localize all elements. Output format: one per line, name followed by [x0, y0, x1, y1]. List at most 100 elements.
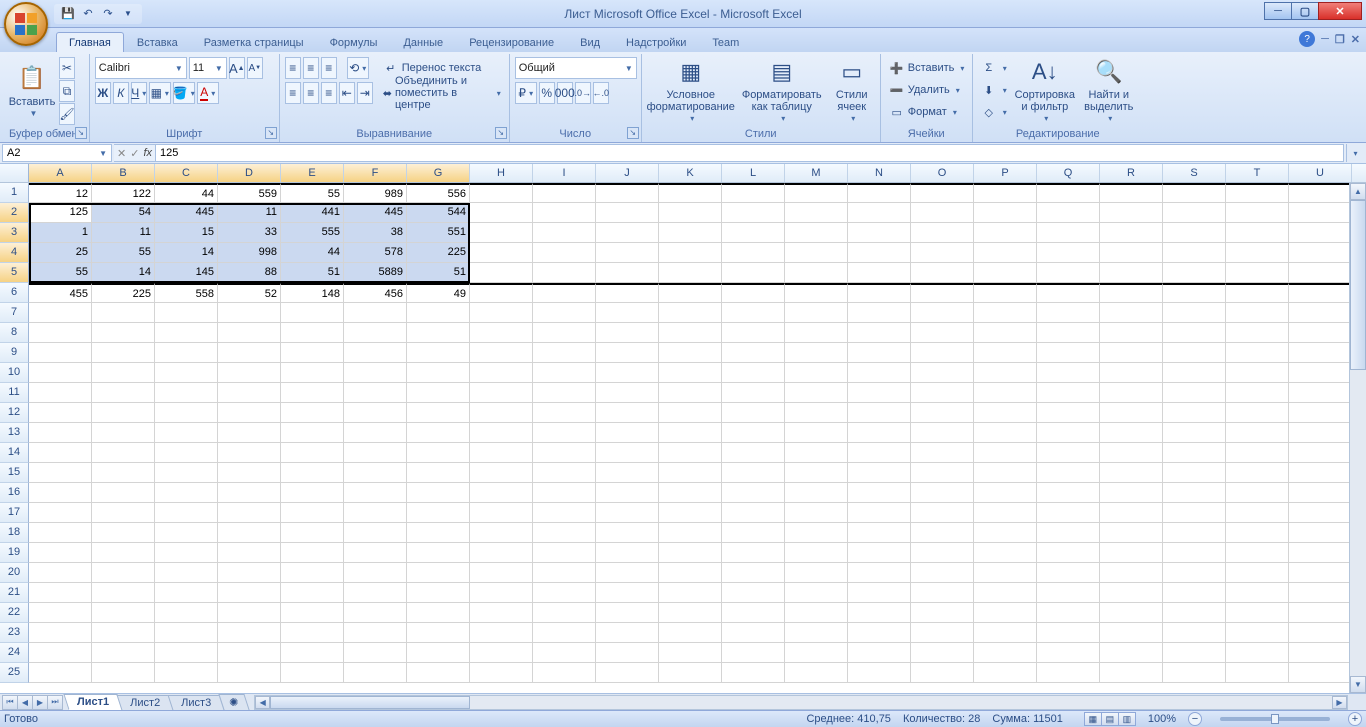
cell[interactable] [29, 363, 92, 383]
col-header-F[interactable]: F [344, 164, 407, 182]
cell[interactable] [848, 363, 911, 383]
zoom-knob[interactable] [1271, 714, 1279, 724]
row-header[interactable]: 18 [0, 523, 29, 543]
cell[interactable] [29, 463, 92, 483]
cell[interactable] [1037, 423, 1100, 443]
cell[interactable] [1100, 663, 1163, 683]
cell[interactable]: 225 [92, 283, 155, 303]
cell[interactable] [155, 543, 218, 563]
tab-review[interactable]: Рецензирование [456, 32, 567, 52]
row-header[interactable]: 10 [0, 363, 29, 383]
cell[interactable] [218, 303, 281, 323]
cell[interactable] [155, 363, 218, 383]
cell[interactable] [533, 223, 596, 243]
cell[interactable] [155, 383, 218, 403]
cell[interactable]: 25 [29, 243, 92, 263]
cell[interactable] [533, 203, 596, 223]
cell[interactable] [407, 523, 470, 543]
cell[interactable] [218, 323, 281, 343]
tab-team[interactable]: Team [699, 32, 752, 52]
row-header[interactable]: 2 [0, 203, 29, 223]
number-format-combo[interactable]: Общий▼ [515, 57, 637, 79]
cell[interactable] [1037, 643, 1100, 663]
cell[interactable] [911, 583, 974, 603]
cell[interactable] [29, 443, 92, 463]
cell[interactable] [533, 443, 596, 463]
cell[interactable] [1163, 263, 1226, 283]
cell[interactable] [785, 463, 848, 483]
cell[interactable] [29, 643, 92, 663]
cell[interactable] [281, 603, 344, 623]
row-header[interactable]: 24 [0, 643, 29, 663]
cell[interactable] [1163, 343, 1226, 363]
zoom-in-button[interactable]: + [1348, 712, 1362, 726]
cell[interactable]: 11 [92, 223, 155, 243]
cell[interactable] [1037, 383, 1100, 403]
cell[interactable] [29, 303, 92, 323]
cell[interactable] [848, 283, 911, 303]
cell[interactable] [218, 603, 281, 623]
cell[interactable] [470, 363, 533, 383]
font-dialog-launcher[interactable]: ↘ [265, 127, 277, 139]
cell[interactable] [722, 643, 785, 663]
cell[interactable] [92, 463, 155, 483]
row-header[interactable]: 16 [0, 483, 29, 503]
cell[interactable] [848, 263, 911, 283]
sheet-nav-first[interactable]: ⏮ [2, 695, 18, 710]
row-header[interactable]: 6 [0, 283, 29, 303]
cell[interactable] [722, 523, 785, 543]
col-header-I[interactable]: I [533, 164, 596, 182]
cell[interactable]: 122 [92, 183, 155, 203]
cell[interactable] [911, 483, 974, 503]
italic-button[interactable]: К [113, 82, 129, 104]
cell[interactable]: 5889 [344, 263, 407, 283]
sheet-tab-2[interactable]: Лист2 [117, 695, 174, 710]
cell[interactable]: 52 [218, 283, 281, 303]
col-header-Q[interactable]: Q [1037, 164, 1100, 182]
cell[interactable] [1100, 303, 1163, 323]
cell[interactable] [974, 363, 1037, 383]
cell[interactable] [659, 383, 722, 403]
cell[interactable] [1037, 283, 1100, 303]
cell[interactable] [596, 223, 659, 243]
cell[interactable] [911, 663, 974, 683]
cell[interactable] [344, 403, 407, 423]
cell[interactable] [92, 423, 155, 443]
cell[interactable] [1163, 203, 1226, 223]
cell[interactable] [1289, 303, 1352, 323]
cell[interactable] [911, 623, 974, 643]
save-icon[interactable]: 💾 [60, 6, 76, 22]
grid-body[interactable]: 1121224455955989556212554445114414455443… [0, 183, 1366, 693]
cell[interactable] [218, 503, 281, 523]
cell[interactable] [1289, 183, 1352, 203]
tab-addins[interactable]: Надстройки [613, 32, 699, 52]
cell[interactable] [785, 183, 848, 203]
cell[interactable] [1100, 383, 1163, 403]
cell[interactable] [596, 363, 659, 383]
cell[interactable] [533, 243, 596, 263]
cell[interactable] [974, 623, 1037, 643]
cell[interactable] [407, 663, 470, 683]
cell[interactable] [1163, 423, 1226, 443]
cell[interactable] [533, 503, 596, 523]
row-header[interactable]: 13 [0, 423, 29, 443]
row-header[interactable]: 22 [0, 603, 29, 623]
copy-button[interactable]: ⧉ [59, 80, 75, 102]
cell[interactable] [722, 223, 785, 243]
cell[interactable] [911, 263, 974, 283]
cell[interactable] [155, 483, 218, 503]
scroll-right-button[interactable]: ▶ [1332, 696, 1347, 709]
cell[interactable] [281, 443, 344, 463]
cell[interactable] [1226, 403, 1289, 423]
cell[interactable] [1226, 243, 1289, 263]
cell[interactable] [1100, 423, 1163, 443]
col-header-G[interactable]: G [407, 164, 470, 182]
cell[interactable] [470, 483, 533, 503]
cell[interactable] [974, 483, 1037, 503]
cell[interactable] [344, 343, 407, 363]
delete-cells-button[interactable]: ➖ Удалить▾ [886, 79, 963, 101]
cell[interactable] [470, 263, 533, 283]
cell[interactable] [1163, 583, 1226, 603]
cell[interactable] [1163, 503, 1226, 523]
cell[interactable] [407, 643, 470, 663]
